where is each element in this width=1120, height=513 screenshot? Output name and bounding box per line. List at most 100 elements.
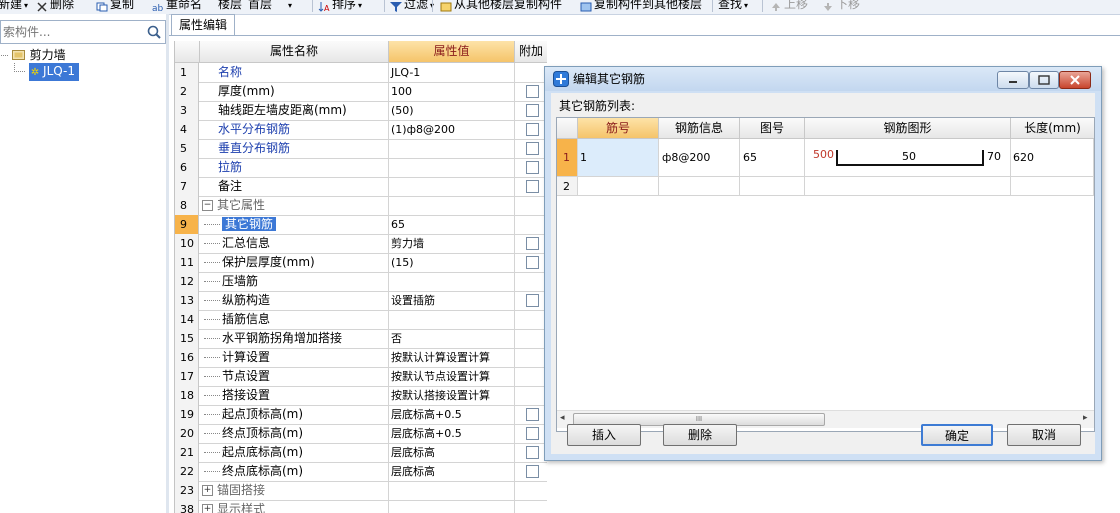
- attach-checkbox[interactable]: [526, 142, 539, 155]
- ok-button[interactable]: 确定: [921, 424, 993, 446]
- floor-select[interactable]: 首层 ▾: [248, 0, 308, 12]
- copy-from-floor-button[interactable]: 从其他楼层复制构件: [440, 0, 562, 12]
- property-row[interactable]: 23 + 锚固搭接: [175, 481, 547, 501]
- property-value-cell[interactable]: 按默认节点设置计算: [389, 367, 515, 386]
- attach-checkbox[interactable]: [526, 294, 539, 307]
- property-value-cell[interactable]: 65: [389, 215, 515, 234]
- property-row[interactable]: 14 插筋信息: [175, 310, 547, 330]
- dialog-titlebar[interactable]: 编辑其它钢筋: [545, 67, 1101, 91]
- copy-button[interactable]: 复制: [96, 0, 134, 12]
- property-row[interactable]: 4 水平分布钢筋 (1)ф8@200: [175, 120, 547, 140]
- scroll-left-arrow-icon[interactable]: ◂: [560, 413, 565, 423]
- move-up-button[interactable]: 上移: [770, 0, 808, 12]
- property-row[interactable]: 16 计算设置 按默认计算设置计算: [175, 348, 547, 368]
- attach-checkbox[interactable]: [526, 123, 539, 136]
- rebar-shape-cell[interactable]: [805, 177, 1011, 196]
- property-value-cell[interactable]: [389, 481, 515, 500]
- property-row[interactable]: 18 搭接设置 按默认搭接设置计算: [175, 386, 547, 406]
- rebar-info-cell[interactable]: [659, 177, 740, 196]
- property-value-cell[interactable]: [389, 500, 515, 513]
- bar-no-cell[interactable]: 1: [578, 139, 659, 177]
- rename-button[interactable]: ab 重命名: [152, 0, 202, 14]
- property-row[interactable]: 10 汇总信息 剪力墙: [175, 234, 547, 254]
- property-value-cell[interactable]: [389, 272, 515, 291]
- property-row[interactable]: 13 纵筋构造 设置插筋: [175, 291, 547, 311]
- attach-checkbox[interactable]: [526, 85, 539, 98]
- new-button[interactable]: 新建 ▾: [0, 0, 28, 12]
- property-row[interactable]: 22 终点底标高(m) 层底标高: [175, 462, 547, 482]
- property-value-cell[interactable]: [389, 310, 515, 329]
- expand-icon[interactable]: +: [202, 504, 213, 513]
- attach-checkbox[interactable]: [526, 161, 539, 174]
- find-button[interactable]: 查找 ▾: [718, 0, 748, 12]
- attach-checkbox[interactable]: [526, 446, 539, 459]
- property-value-cell[interactable]: 层底标高: [389, 443, 515, 462]
- property-row[interactable]: 7 备注: [175, 177, 547, 197]
- property-row[interactable]: 2 厚度(mm) 100: [175, 82, 547, 102]
- panel-splitter[interactable]: [166, 14, 169, 513]
- expand-icon[interactable]: +: [202, 485, 213, 496]
- minimize-button[interactable]: [997, 71, 1029, 89]
- property-value-cell[interactable]: 按默认搭接设置计算: [389, 386, 515, 405]
- property-row[interactable]: 20 终点顶标高(m) 层底标高+0.5: [175, 424, 547, 444]
- rebar-info-cell[interactable]: ф8@200: [659, 139, 740, 177]
- cancel-button[interactable]: 取消: [1007, 424, 1081, 446]
- property-row[interactable]: 1 名称 JLQ-1: [175, 63, 547, 83]
- figure-no-cell[interactable]: [740, 177, 805, 196]
- figure-no-cell[interactable]: 65: [740, 139, 805, 177]
- length-cell[interactable]: [1011, 177, 1094, 196]
- attach-checkbox[interactable]: [526, 237, 539, 250]
- attach-checkbox[interactable]: [526, 180, 539, 193]
- property-row[interactable]: 21 起点底标高(m) 层底标高: [175, 443, 547, 463]
- rebar-shape-cell[interactable]: 500 50 70: [805, 139, 1011, 177]
- filter-button[interactable]: 过滤▾: [390, 0, 434, 12]
- property-value-cell[interactable]: 剪力墙: [389, 234, 515, 253]
- tree-node-jlq1[interactable]: ✲ JLQ-1: [14, 63, 80, 81]
- property-value-cell[interactable]: [389, 177, 515, 196]
- property-row[interactable]: 3 轴线距左墙皮距离(mm) (50): [175, 101, 547, 121]
- maximize-button[interactable]: [1029, 71, 1059, 89]
- sort-button[interactable]: A 排序 ▾: [318, 0, 362, 13]
- attach-checkbox[interactable]: [526, 427, 539, 440]
- tree-node-shear-wall[interactable]: 剪力墙: [0, 47, 66, 63]
- property-value-cell[interactable]: 层底标高: [389, 462, 515, 481]
- insert-button[interactable]: 插入: [567, 424, 641, 446]
- attach-checkbox[interactable]: [526, 256, 539, 269]
- property-value-cell[interactable]: JLQ-1: [389, 63, 515, 82]
- scroll-right-arrow-icon[interactable]: ▸: [1083, 413, 1088, 423]
- delete-button[interactable]: 删除: [36, 0, 74, 12]
- property-row[interactable]: 17 节点设置 按默认节点设置计算: [175, 367, 547, 387]
- property-value-cell[interactable]: [389, 196, 515, 215]
- delete-row-button[interactable]: 删除: [663, 424, 737, 446]
- collapse-icon[interactable]: −: [202, 200, 213, 211]
- property-row[interactable]: 8− 其它属性: [175, 196, 547, 216]
- property-row[interactable]: 11 保护层厚度(mm) (15): [175, 253, 547, 273]
- attach-checkbox[interactable]: [526, 104, 539, 117]
- property-value-cell[interactable]: 100: [389, 82, 515, 101]
- property-value-cell[interactable]: (15): [389, 253, 515, 272]
- property-row[interactable]: 5 垂直分布钢筋: [175, 139, 547, 159]
- bar-no-cell[interactable]: [578, 177, 659, 196]
- property-value-cell[interactable]: 否: [389, 329, 515, 348]
- component-search-input[interactable]: [1, 21, 143, 43]
- property-value-cell[interactable]: [389, 158, 515, 177]
- property-row[interactable]: 6 拉筋: [175, 158, 547, 178]
- property-value-cell[interactable]: 层底标高+0.5: [389, 424, 515, 443]
- property-row[interactable]: 19 起点顶标高(m) 层底标高+0.5: [175, 405, 547, 425]
- property-row[interactable]: 12 压墙筋: [175, 272, 547, 292]
- attach-checkbox[interactable]: [526, 408, 539, 421]
- property-value-cell[interactable]: (1)ф8@200: [389, 120, 515, 139]
- property-row[interactable]: 15 水平钢筋拐角增加搭接 否: [175, 329, 547, 349]
- tab-property-edit[interactable]: 属性编辑: [171, 14, 235, 35]
- attach-checkbox[interactable]: [526, 465, 539, 478]
- property-value-cell[interactable]: (50): [389, 101, 515, 120]
- property-value-cell[interactable]: 设置插筋: [389, 291, 515, 310]
- property-row[interactable]: 38 + 显示样式: [175, 500, 547, 513]
- property-value-cell[interactable]: 层底标高+0.5: [389, 405, 515, 424]
- move-down-button[interactable]: 下移: [822, 0, 860, 12]
- copy-to-floor-button[interactable]: 复制构件到其他楼层: [580, 0, 702, 12]
- property-value-cell[interactable]: [389, 139, 515, 158]
- search-icon[interactable]: [146, 24, 162, 40]
- close-button[interactable]: [1059, 71, 1091, 89]
- property-value-cell[interactable]: 按默认计算设置计算: [389, 348, 515, 367]
